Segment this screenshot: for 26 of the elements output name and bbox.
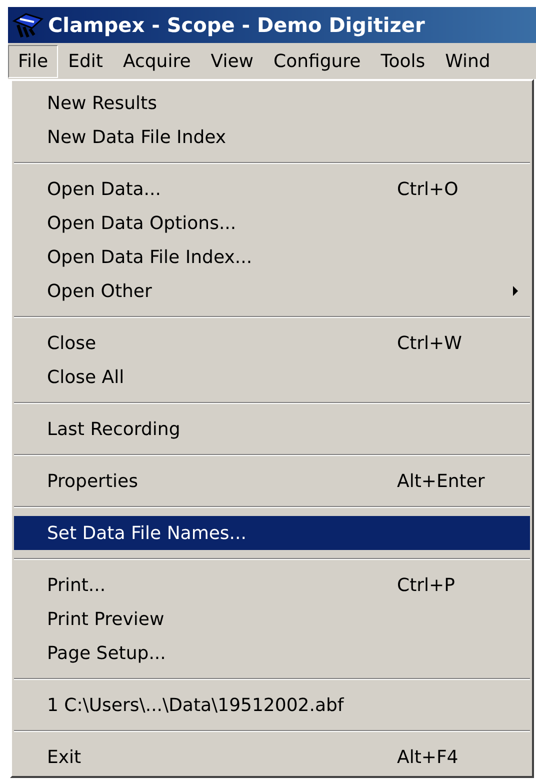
menu-item[interactable]: Open Other <box>14 274 530 308</box>
menu-bar-item[interactable]: Acquire <box>112 44 201 78</box>
window-title: Clampex - Scope - Demo Digitizer <box>48 12 425 39</box>
menu-bar-item[interactable]: Configure <box>264 44 371 78</box>
menu-item[interactable]: Open Data... Ctrl+O <box>14 172 530 206</box>
menu-item[interactable]: Properties Alt+Enter <box>14 464 530 498</box>
menu-bar-item[interactable]: Edit <box>58 44 113 78</box>
menu-bar-item[interactable]: File <box>8 44 58 78</box>
menu-item[interactable]: Last Recording <box>14 412 530 446</box>
menu-bar-item[interactable]: Wind <box>435 44 500 78</box>
submenu-arrow-icon <box>513 286 518 296</box>
menu-bar-item[interactable]: View <box>200 44 264 78</box>
menu-item[interactable]: Page Setup... <box>14 636 530 670</box>
app-icon <box>12 11 44 39</box>
menu-item[interactable]: Open Data Options... <box>14 206 530 240</box>
menu-item[interactable]: New Results <box>14 86 530 120</box>
menu-item[interactable]: Set Data File Names... <box>14 516 530 550</box>
menu-item[interactable]: Exit Alt+F4 <box>14 740 530 774</box>
menu-bar-item[interactable]: Tools <box>370 44 436 78</box>
menu-item[interactable]: Close Ctrl+W <box>14 326 530 360</box>
menu-item[interactable]: Print... Ctrl+P <box>14 568 530 602</box>
menu-item[interactable]: 1 C:\Users\...\Data\19512002.abf <box>14 688 530 722</box>
menu-item[interactable]: New Data File Index <box>14 120 530 154</box>
menu-item[interactable]: Print Preview <box>14 602 530 636</box>
menu-item[interactable]: Open Data File Index... <box>14 240 530 274</box>
menu-item[interactable]: Close All <box>14 360 530 394</box>
